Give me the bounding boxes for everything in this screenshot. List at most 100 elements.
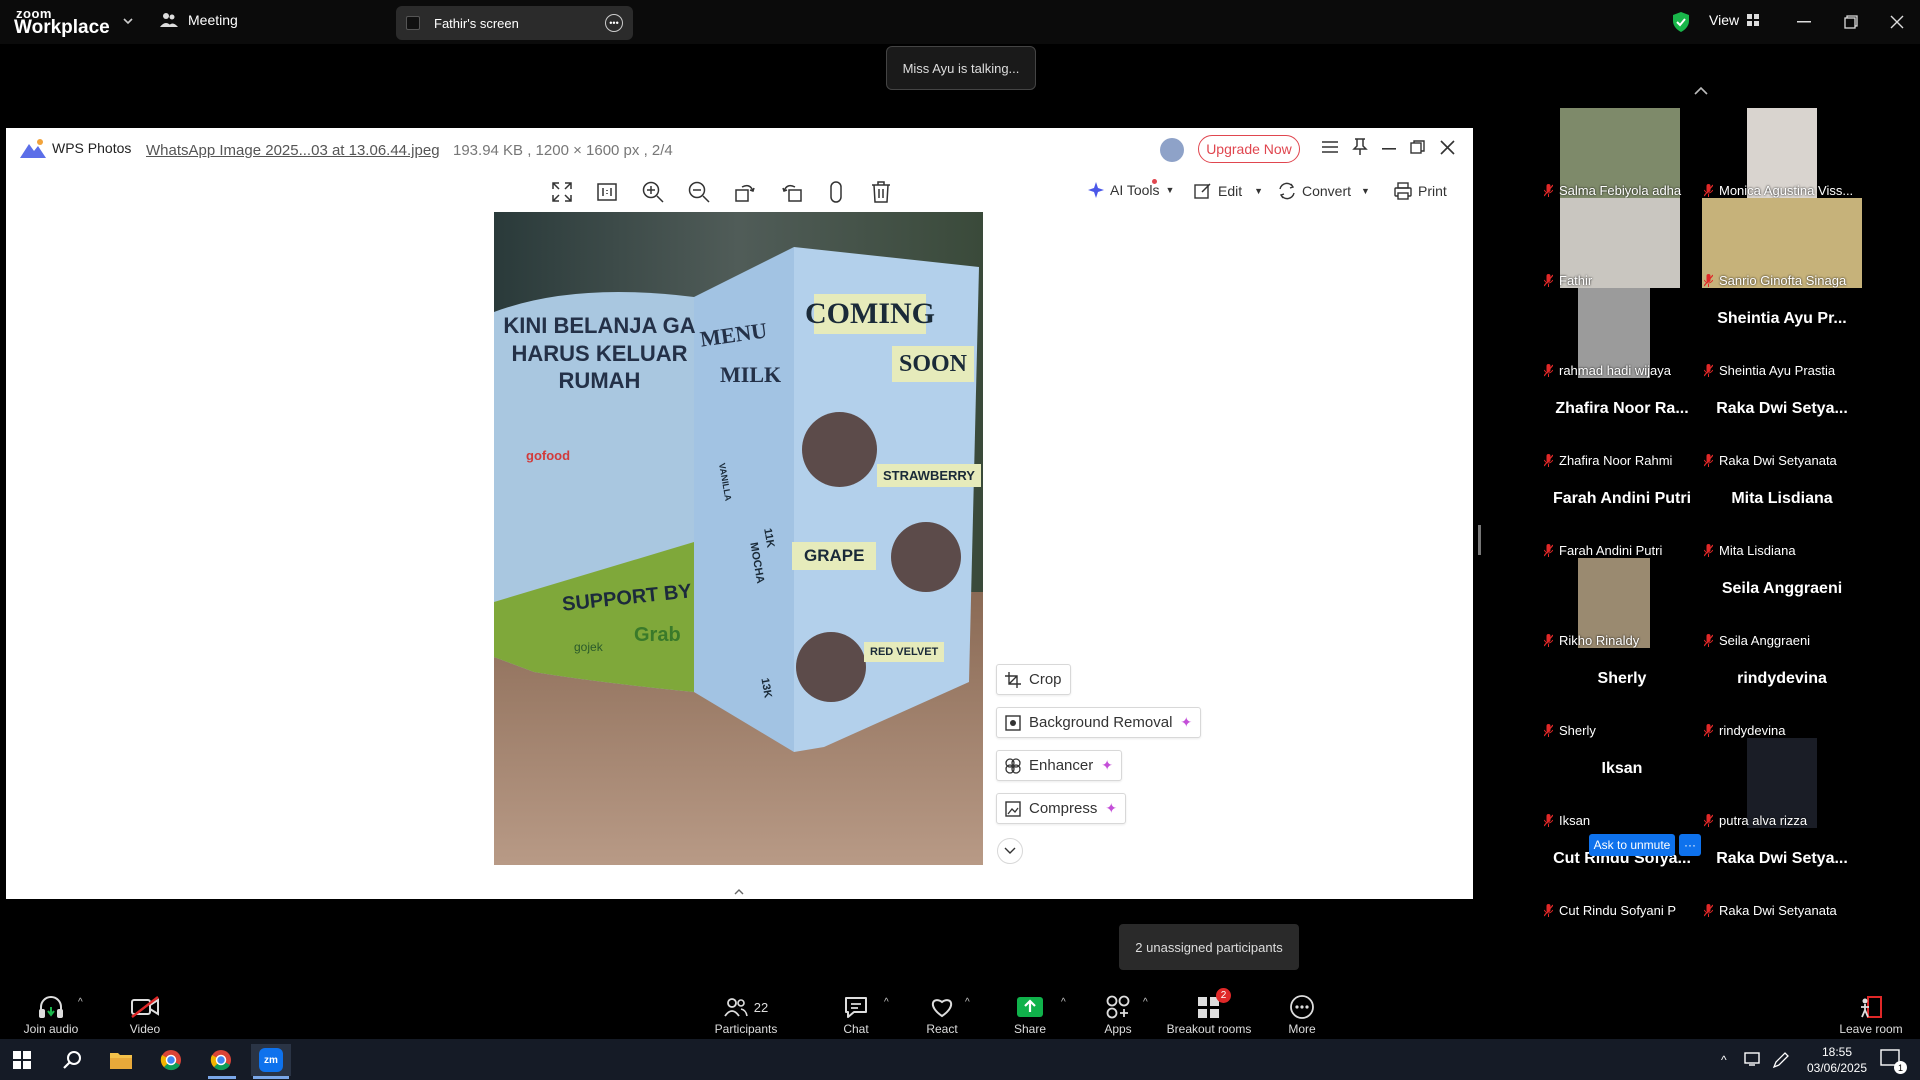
file-name[interactable]: WhatsApp Image 2025...03 at 13.06.44.jpe… xyxy=(146,142,440,159)
zoom-top-bar: zoom Workplace Meeting Fathir's screen •… xyxy=(0,0,1920,44)
people-icon xyxy=(160,13,178,27)
mic-muted-icon xyxy=(1704,724,1713,737)
enhancer-button[interactable]: Enhancer ✦ xyxy=(996,750,1122,781)
restore-icon[interactable] xyxy=(1839,10,1863,34)
participant-tile[interactable]: Raka Dwi Setya... Raka Dwi Setyanata xyxy=(1702,378,1862,468)
delete-icon[interactable] xyxy=(867,178,895,206)
clock[interactable]: 18:55 03/06/2025 xyxy=(1802,1044,1872,1076)
participant-name: Iksan xyxy=(1559,813,1591,828)
more-button[interactable]: More xyxy=(1284,981,1320,1039)
resize-handle[interactable] xyxy=(1478,525,1481,555)
expand-tools-button[interactable] xyxy=(997,838,1023,864)
wps-restore-icon[interactable] xyxy=(1410,140,1425,155)
actual-size-icon[interactable] xyxy=(593,178,621,206)
chevron-down-icon[interactable] xyxy=(122,15,134,27)
pen-icon[interactable] xyxy=(1772,1051,1790,1069)
meeting-menu[interactable]: Meeting xyxy=(160,12,238,28)
chevron-up-icon[interactable] xyxy=(733,888,745,896)
fullscreen-icon[interactable] xyxy=(548,178,576,206)
chevron-up-icon[interactable]: ^ xyxy=(1721,1053,1727,1067)
participant-tile[interactable]: Sheintia Ayu Pr... Sheintia Ayu Prastia xyxy=(1702,288,1862,378)
participant-tile[interactable]: Zhafira Noor Ra... Zhafira Noor Rahmi xyxy=(1542,378,1702,468)
wps-logo: WPS Photos xyxy=(20,138,131,158)
background-removal-button[interactable]: Background Removal ✦ xyxy=(996,707,1202,738)
convert-button[interactable]: Convert ▼ xyxy=(1278,182,1370,200)
mic-muted-icon xyxy=(1544,634,1553,647)
participant-tile[interactable]: Rikho Rinaldy xyxy=(1542,558,1702,648)
participant-tile[interactable]: Salma Febiyola adha xyxy=(1542,108,1702,198)
caret-up-icon[interactable]: ^ xyxy=(965,997,970,1008)
participant-tile[interactable]: Mita Lisdiana Mita Lisdiana xyxy=(1702,468,1862,558)
ask-to-unmute-button[interactable]: Ask to unmute xyxy=(1589,834,1675,856)
network-icon[interactable] xyxy=(1744,1051,1762,1067)
participants-button[interactable]: 22 Participants xyxy=(711,981,781,1039)
upgrade-now-button[interactable]: Upgrade Now xyxy=(1198,135,1300,163)
shield-check-icon[interactable] xyxy=(1671,11,1691,33)
chevron-up-icon[interactable] xyxy=(1693,86,1709,96)
wps-close-icon[interactable] xyxy=(1440,140,1455,155)
chrome-icon[interactable] xyxy=(151,1044,191,1076)
rotate-left-icon[interactable] xyxy=(731,178,759,206)
chrome-icon-2[interactable] xyxy=(201,1044,241,1076)
participant-name-label: Raka Dwi Setyanata xyxy=(1704,453,1837,468)
join-audio-button[interactable]: Join audio xyxy=(18,981,84,1039)
minimize-icon[interactable] xyxy=(1792,10,1816,34)
photo-image[interactable]: KINI BELANJA GA HARUS KELUAR RUMAH gofoo… xyxy=(494,212,983,865)
participant-display-name: Sheintia Ayu Pr... xyxy=(1717,310,1847,327)
participant-tile[interactable]: Raka Dwi Setya... Raka Dwi Setyanata xyxy=(1702,828,1862,918)
participant-display-name: Seila Anggraeni xyxy=(1721,580,1843,597)
participant-display-name: Mita Lisdiana xyxy=(1731,490,1833,507)
print-button[interactable]: Print xyxy=(1394,182,1447,200)
participant-name-label: putra alva rizza xyxy=(1704,813,1807,828)
caret-up-icon[interactable]: ^ xyxy=(884,997,889,1008)
enhancer-icon xyxy=(1005,757,1021,774)
edit-label: Edit xyxy=(1218,183,1243,199)
participant-tile[interactable]: Farah Andini Putri Farah Andini Putri xyxy=(1542,468,1702,558)
more-options-icon[interactable]: ••• xyxy=(605,14,623,32)
windows-start-icon[interactable] xyxy=(2,1044,42,1076)
participant-tile[interactable]: Seila Anggraeni Seila Anggraeni xyxy=(1702,558,1862,648)
tile-more-button[interactable]: ··· xyxy=(1679,834,1701,856)
participant-tile[interactable]: Monica Agustina Viss... xyxy=(1702,108,1862,198)
compress-button[interactable]: Compress ✦ xyxy=(996,793,1127,824)
share-button[interactable]: Share xyxy=(1008,981,1052,1039)
breakout-rooms-button[interactable]: Breakout rooms xyxy=(1163,981,1255,1039)
rotate-right-icon[interactable] xyxy=(778,178,806,206)
participant-tile[interactable]: Sanrio Ginofta Sinaga xyxy=(1702,198,1862,288)
view-button[interactable]: View xyxy=(1709,12,1760,28)
leave-room-button[interactable]: Leave room xyxy=(1838,981,1904,1039)
menu-icon[interactable] xyxy=(1322,140,1338,154)
participant-tile[interactable]: rahmad hadi wijaya xyxy=(1542,288,1702,378)
shared-screen: WPS Photos WhatsApp Image 2025...03 at 1… xyxy=(6,128,1473,899)
shared-screen-indicator[interactable]: Fathir's screen ••• xyxy=(396,6,633,40)
wps-minimize-icon[interactable] xyxy=(1382,148,1396,150)
react-button[interactable]: React xyxy=(920,981,964,1039)
avatar[interactable] xyxy=(1160,138,1184,162)
search-icon[interactable] xyxy=(52,1044,92,1076)
zoom-in-icon[interactable] xyxy=(639,178,667,206)
participant-tile[interactable]: Sherly Sherly xyxy=(1542,648,1702,738)
zoom-app-icon[interactable]: zm xyxy=(251,1044,291,1076)
chat-button[interactable]: Chat xyxy=(836,981,876,1039)
participant-tile[interactable]: Iksan Iksan xyxy=(1542,738,1702,828)
close-icon[interactable] xyxy=(1885,10,1909,34)
apps-button[interactable]: Apps xyxy=(1098,981,1138,1039)
video-button[interactable]: Video xyxy=(115,981,175,1039)
hand-icon[interactable] xyxy=(822,178,850,206)
crop-button[interactable]: Crop xyxy=(996,664,1071,695)
participant-tile[interactable]: rindydevina rindydevina xyxy=(1702,648,1862,738)
caret-up-icon[interactable]: ^ xyxy=(78,997,83,1008)
caret-up-icon[interactable]: ^ xyxy=(1061,997,1066,1008)
zoom-out-icon[interactable] xyxy=(685,178,713,206)
edit-button[interactable]: Edit ▼ xyxy=(1194,182,1263,200)
caret-up-icon[interactable]: ^ xyxy=(1143,997,1148,1008)
file-explorer-icon[interactable] xyxy=(101,1044,141,1076)
ai-tools-button[interactable]: AI Tools ▼ xyxy=(1088,182,1174,198)
participant-tile[interactable]: Fathir xyxy=(1542,198,1702,288)
unassigned-participants-tooltip[interactable]: 2 unassigned participants xyxy=(1119,924,1299,970)
participants-label: Participants xyxy=(714,1022,778,1036)
mic-muted-icon xyxy=(1704,184,1713,197)
participant-tile[interactable]: putra alva rizza xyxy=(1702,738,1862,828)
compress-label: Compress xyxy=(1029,800,1098,817)
pin-icon[interactable] xyxy=(1352,138,1368,156)
